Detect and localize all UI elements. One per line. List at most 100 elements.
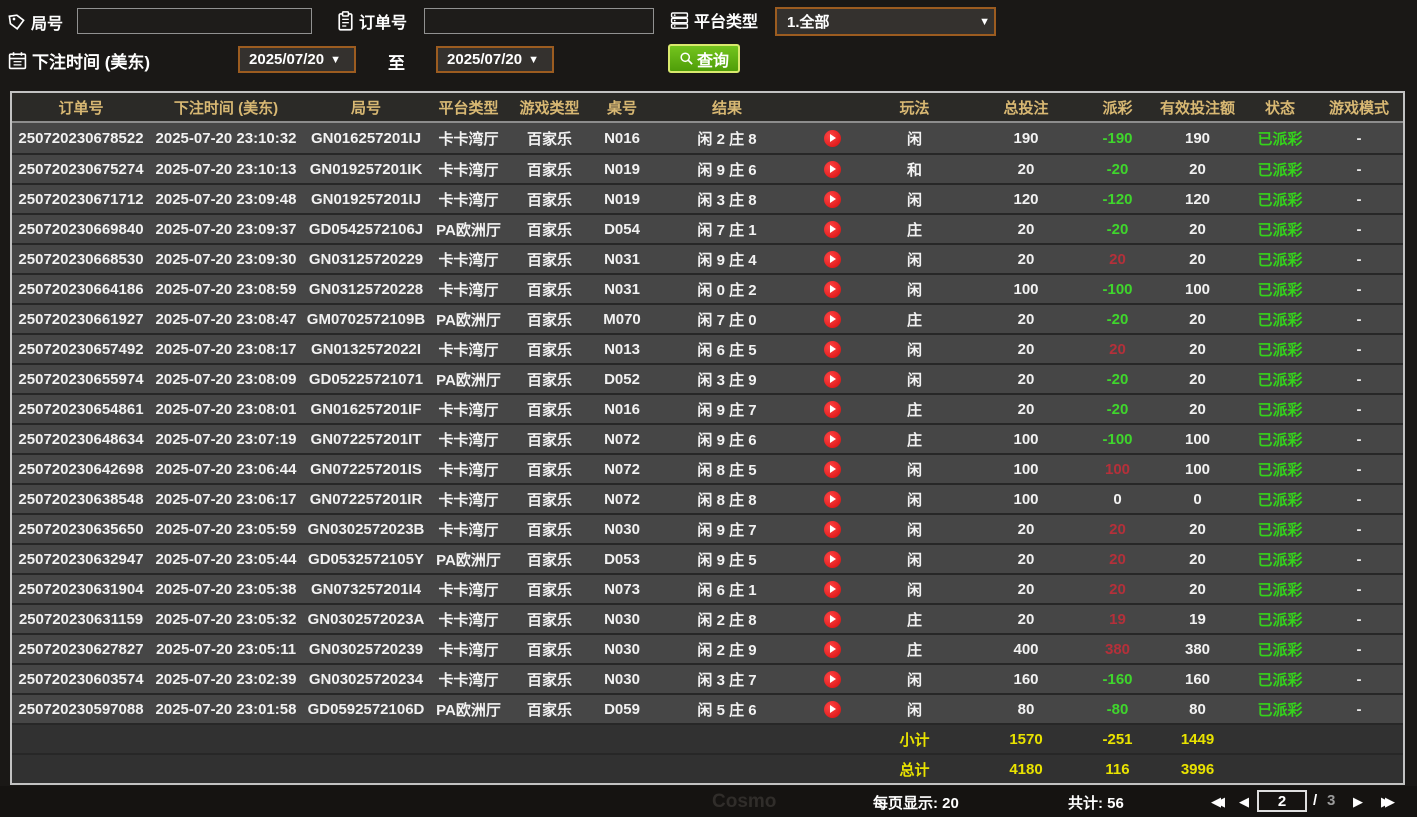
replay-video-button[interactable] (802, 550, 862, 568)
replay-video-button[interactable] (802, 610, 862, 628)
last-page-button[interactable]: ▶▶ (1381, 794, 1395, 810)
replay-video-button[interactable] (802, 670, 862, 688)
replay-video-button[interactable] (802, 160, 862, 178)
table-row: 250720230632947 2025-07-20 23:05:44 GD05… (12, 543, 1403, 573)
cell-order-id: 250720230632947 (18, 550, 144, 568)
subtotal-payout: -251 (1102, 730, 1133, 748)
cell-result: 闲 2 庄 8 (697, 130, 757, 148)
date-from-picker[interactable]: 2025/07/20 ▼ (238, 46, 356, 73)
cell-total-bet: 160 (1013, 670, 1039, 688)
first-page-button[interactable]: ◀◀ (1211, 794, 1225, 810)
next-page-button[interactable]: ▶ (1353, 794, 1363, 810)
cell-order-id: 250720230627827 (18, 640, 144, 658)
cell-round-id: GN072257201IS (310, 460, 422, 478)
cell-status: 已派彩 (1257, 701, 1303, 719)
table-row: 250720230631904 2025-07-20 23:05:38 GN07… (12, 573, 1403, 603)
replay-video-button[interactable] (802, 310, 862, 328)
replay-video-button[interactable] (802, 430, 862, 448)
prev-page-button[interactable]: ◀ (1239, 794, 1249, 810)
cell-order-id: 250720230655974 (18, 370, 144, 388)
cell-table-no: D053 (604, 550, 640, 568)
cell-total-bet: 20 (1017, 400, 1035, 418)
grand-total-row: 总计 4180 116 3996 (12, 753, 1403, 783)
cell-result: 闲 3 庄 8 (697, 191, 757, 209)
cell-round-id: GM0702572109B (306, 310, 426, 328)
cell-game-type: 百家乐 (526, 281, 572, 299)
cell-table-no: N013 (604, 340, 640, 358)
play-icon (823, 670, 841, 688)
replay-video-button[interactable] (802, 520, 862, 538)
cell-game-type: 百家乐 (526, 461, 572, 479)
cell-bet-time: 2025-07-20 23:08:47 (155, 310, 297, 328)
platform-select[interactable]: 1.全部 ▼ (775, 7, 996, 36)
cell-valid-bet: 20 (1189, 370, 1206, 388)
pagination-bar: Cosmo 每页显示: 20 共计: 56 ◀◀ ◀ / 3 ▶ ▶▶ (0, 786, 1417, 817)
cell-valid-bet: 100 (1184, 430, 1211, 448)
replay-video-button[interactable] (802, 460, 862, 478)
cell-bet-time: 2025-07-20 23:09:37 (155, 220, 297, 238)
page-number-input[interactable] (1257, 790, 1307, 812)
cell-game-mode: - (1356, 640, 1362, 658)
cell-total-bet: 100 (1013, 490, 1039, 508)
date-to-picker[interactable]: 2025/07/20 ▼ (436, 46, 554, 73)
col-header-valid-bet: 有效投注额 (1159, 99, 1235, 117)
cell-game-type: 百家乐 (526, 341, 572, 359)
cell-order-id: 250720230638548 (18, 490, 144, 508)
replay-video-button[interactable] (802, 580, 862, 598)
replay-video-button[interactable] (802, 129, 862, 147)
cell-round-id: GN019257201IJ (310, 190, 422, 208)
cell-valid-bet: 0 (1193, 490, 1202, 508)
replay-video-button[interactable] (802, 640, 862, 658)
bet-time-label: 下注时间 (美东) (32, 53, 151, 72)
cell-round-id: GN019257201IK (309, 160, 423, 178)
cell-total-bet: 120 (1013, 190, 1039, 208)
cell-game-mode: - (1356, 340, 1362, 358)
search-button[interactable]: 查询 (668, 44, 740, 73)
cell-total-bet: 20 (1017, 220, 1035, 238)
cell-platform: 卡卡湾厅 (438, 251, 499, 269)
cell-table-no: N030 (604, 670, 640, 688)
cell-game-mode: - (1356, 550, 1362, 568)
replay-video-button[interactable] (802, 700, 862, 718)
cell-play-type: 闲 (906, 341, 922, 359)
cell-game-mode: - (1356, 129, 1362, 147)
replay-video-button[interactable] (802, 370, 862, 388)
game-id-input[interactable] (77, 8, 312, 34)
cell-bet-time: 2025-07-20 23:02:39 (155, 670, 297, 688)
col-header-game-mode: 游戏模式 (1328, 99, 1389, 117)
replay-video-button[interactable] (802, 280, 862, 298)
cell-game-type: 百家乐 (526, 130, 572, 148)
cell-valid-bet: 100 (1184, 460, 1211, 478)
cell-game-type: 百家乐 (526, 371, 572, 389)
cell-round-id: GN03125720228 (308, 280, 424, 298)
replay-video-button[interactable] (802, 340, 862, 358)
cell-bet-time: 2025-07-20 23:10:32 (155, 129, 297, 147)
cell-status: 已派彩 (1257, 311, 1303, 329)
cell-payout: -80 (1106, 700, 1129, 718)
cell-total-bet: 20 (1017, 340, 1035, 358)
cell-platform: 卡卡湾厅 (438, 161, 499, 179)
table-row: 250720230642698 2025-07-20 23:06:44 GN07… (12, 453, 1403, 483)
cell-game-type: 百家乐 (526, 641, 572, 659)
cell-platform: 卡卡湾厅 (438, 431, 499, 449)
cell-order-id: 250720230631904 (18, 580, 144, 598)
cell-total-bet: 20 (1017, 310, 1035, 328)
replay-video-button[interactable] (802, 250, 862, 268)
cell-valid-bet: 80 (1189, 700, 1206, 718)
play-icon (823, 370, 841, 388)
cell-payout: -20 (1106, 370, 1129, 388)
replay-video-button[interactable] (802, 190, 862, 208)
replay-video-button[interactable] (802, 220, 862, 238)
cell-round-id: GD0542572106J (308, 220, 424, 238)
replay-video-button[interactable] (802, 400, 862, 418)
cell-game-type: 百家乐 (526, 431, 572, 449)
replay-video-button[interactable] (802, 490, 862, 508)
cell-payout: 20 (1109, 520, 1126, 538)
cell-round-id: GN072257201IT (310, 430, 422, 448)
order-id-input[interactable] (424, 8, 654, 34)
play-icon (823, 220, 841, 238)
cell-bet-time: 2025-07-20 23:08:01 (155, 400, 297, 418)
play-icon (823, 400, 841, 418)
cell-valid-bet: 100 (1184, 280, 1211, 298)
filter-bar: 局号 订单号 平台类型 1.全部 ▼ 下注时间 (美东) 2025/07/20 … (0, 0, 1417, 90)
